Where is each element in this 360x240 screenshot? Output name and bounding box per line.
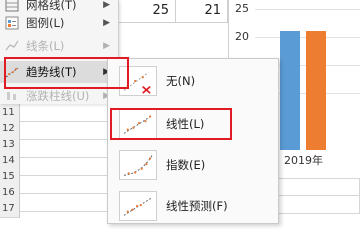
updown-bars-icon (7, 92, 16, 100)
cell[interactable] (20, 194, 108, 212)
cell[interactable] (20, 158, 108, 176)
cell[interactable] (277, 178, 360, 196)
linear-forecast-trendline-icon (119, 191, 157, 221)
sheet-top-row: 25 21 (118, 0, 228, 23)
submenu-arrow-icon: ▶ (103, 18, 110, 28)
submenu-arrow-icon: ▶ (103, 41, 110, 51)
cell[interactable] (277, 196, 360, 214)
menu-item-lines[interactable]: 线条(L) ▶ (0, 35, 118, 57)
gridline (255, 9, 360, 10)
row-header[interactable]: 17 (0, 200, 20, 218)
gridlines-icon (5, 0, 19, 12)
y-tick-label: 25 (235, 2, 249, 15)
menu-item-legend[interactable]: 图例(L) ▶ (0, 12, 118, 34)
highlight-box-linear (110, 108, 232, 140)
bar[interactable] (280, 31, 300, 150)
submenu-item-linear-forecast[interactable]: 线性预测(F) (108, 186, 278, 226)
highlight-box-trendline (4, 57, 129, 89)
cell[interactable] (20, 122, 108, 140)
x-tick-label: 2019年 (284, 154, 323, 167)
cell[interactable] (20, 176, 108, 194)
lines-icon (5, 40, 19, 51)
legend-icon (5, 16, 19, 30)
exponential-trendline-icon (119, 150, 157, 180)
submenu-item-label: 线性预测(F) (166, 199, 228, 213)
cell[interactable] (20, 140, 108, 158)
cell-value[interactable]: 21 (176, 0, 228, 22)
y-tick-label: 20 (235, 30, 249, 43)
submenu-item-label: 无(N) (166, 74, 196, 88)
cell-value[interactable]: 25 (118, 0, 176, 22)
submenu-item-label: 指数(E) (166, 158, 206, 172)
bar[interactable] (306, 31, 326, 150)
trendline-submenu: 无(N) 线性(L) 指数(E) 线性预测(F) (107, 58, 279, 224)
submenu-item-none[interactable]: 无(N) (108, 61, 278, 101)
menu-item-label: 图例(L) (26, 16, 65, 30)
menu-item-label: 线条(L) (26, 39, 65, 53)
submenu-item-exponential[interactable]: 指数(E) (108, 145, 278, 185)
